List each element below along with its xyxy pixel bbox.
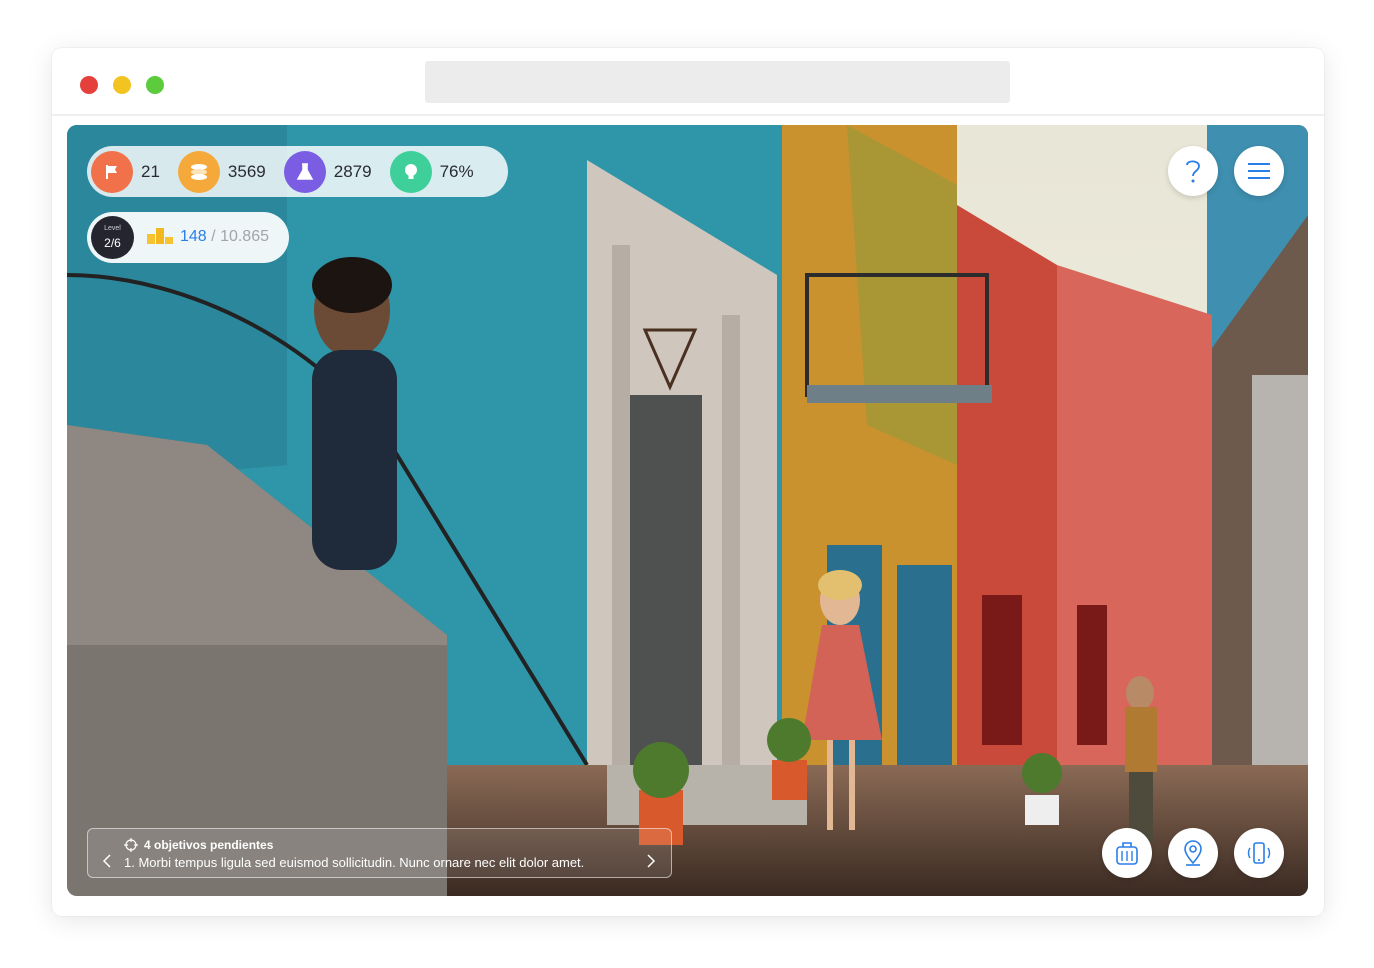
crosshair-icon — [124, 838, 138, 852]
level-badge: Level 2/6 — [91, 216, 134, 259]
menu-icon — [1248, 163, 1270, 179]
help-button[interactable] — [1168, 146, 1218, 196]
stat-flags-value: 21 — [141, 161, 160, 181]
level-value: 2/6 — [104, 236, 121, 250]
level-progress[interactable]: Level 2/6 148 / 10.865 — [87, 212, 289, 263]
game-viewport[interactable]: 21 3569 2879 76% Level 2/6 148 / 10.865 … — [67, 125, 1308, 896]
flag-icon — [91, 150, 133, 193]
flask-icon — [283, 150, 326, 193]
stat-ideas[interactable]: 76% — [389, 150, 486, 193]
resource-stats-bar: 21 3569 2879 76% — [87, 146, 508, 197]
minimize-window-button[interactable] — [113, 76, 131, 94]
podium-icon — [147, 228, 173, 244]
menu-button[interactable] — [1234, 146, 1284, 196]
objectives-title: 4 objetivos pendientes — [144, 838, 274, 852]
stat-coins[interactable]: 3569 — [177, 150, 278, 193]
score-current: 148 — [180, 228, 207, 245]
stat-coins-value: 3569 — [227, 161, 266, 181]
level-score: 148 / 10.865 — [180, 228, 269, 246]
maximize-window-button[interactable] — [146, 76, 164, 94]
phone-vibrate-icon — [1247, 842, 1271, 864]
address-bar[interactable] — [425, 61, 1010, 103]
backpack-button[interactable] — [1102, 828, 1152, 878]
lightbulb-icon — [389, 150, 432, 193]
score-separator: / — [211, 228, 216, 245]
coins-icon — [177, 150, 220, 193]
level-label: Level — [104, 225, 121, 232]
chevron-right-icon[interactable] — [646, 853, 656, 869]
close-window-button[interactable] — [80, 76, 98, 94]
objective-current-text: 1. Morbi tempus ligula sed euismod solli… — [124, 855, 585, 870]
objectives-header: 4 objetivos pendientes — [124, 838, 273, 852]
map-button[interactable] — [1168, 828, 1218, 878]
objectives-panel: 4 objetivos pendientes 1. Morbi tempus l… — [87, 828, 672, 878]
help-icon — [1186, 160, 1200, 183]
stat-ideas-value: 76% — [439, 161, 474, 181]
stat-research[interactable]: 2879 — [283, 150, 384, 193]
browser-titlebar — [52, 48, 1324, 116]
backpack-icon — [1116, 842, 1138, 865]
score-max: 10.865 — [220, 228, 269, 245]
stat-research-value: 2879 — [333, 161, 372, 181]
stat-flags[interactable]: 21 — [91, 150, 172, 193]
chevron-left-icon[interactable] — [102, 853, 112, 869]
phone-button[interactable] — [1234, 828, 1284, 878]
map-pin-icon — [1184, 840, 1202, 866]
